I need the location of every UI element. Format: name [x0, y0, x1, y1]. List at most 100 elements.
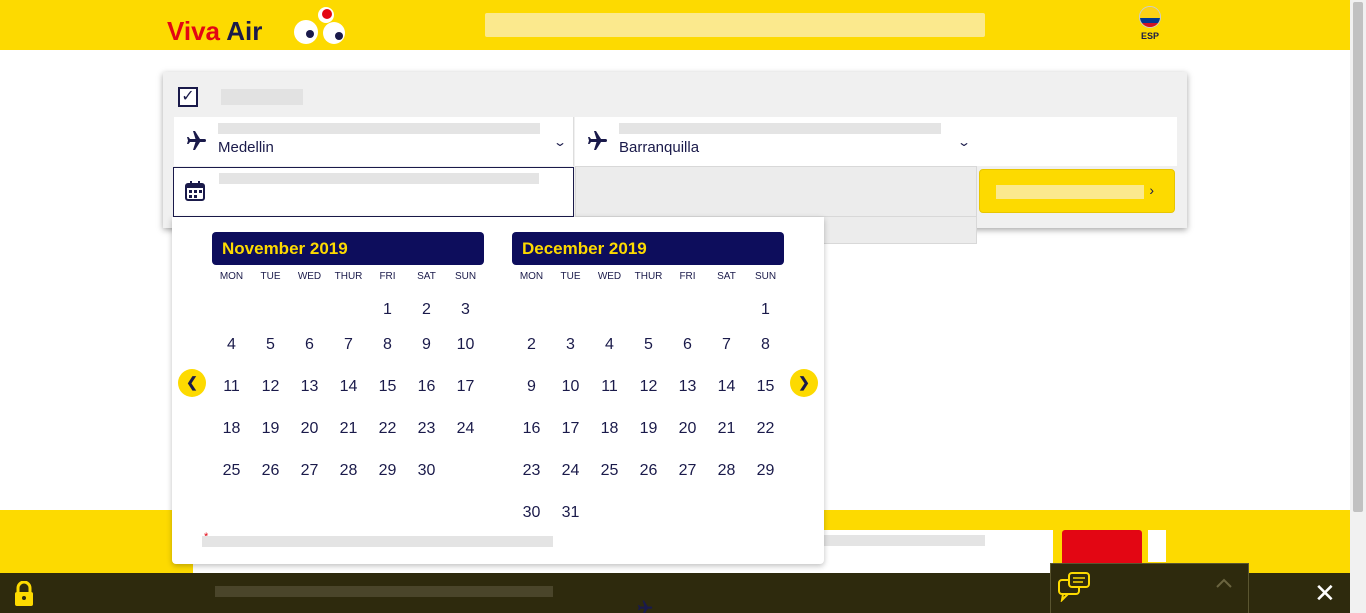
calendar-day[interactable]: 11 [590, 378, 629, 396]
calendar-day[interactable]: 31 [551, 504, 590, 522]
calendar-day[interactable]: 20 [668, 420, 707, 438]
calendar-day[interactable]: 8 [746, 336, 785, 354]
calendar-day[interactable]: 20 [290, 420, 329, 438]
calendar-day[interactable]: 27 [668, 462, 707, 480]
destination-select[interactable]: Barranquilla ⌄ [575, 117, 977, 166]
calendar-day[interactable]: 28 [329, 462, 368, 480]
calendar-day[interactable]: 11 [212, 378, 251, 396]
weekday-label: TUE [560, 271, 581, 282]
calendar-day[interactable]: 16 [407, 378, 446, 396]
weekday-label: SAT [417, 271, 436, 282]
page-scrollbar[interactable] [1350, 0, 1366, 613]
one-way-checkbox[interactable]: ✓ [178, 87, 198, 107]
scrollbar-thumb[interactable] [1353, 2, 1363, 512]
calendar-day[interactable]: 17 [446, 378, 485, 396]
calendar-day[interactable]: 12 [251, 378, 290, 396]
calendar-day[interactable]: 25 [212, 462, 251, 480]
calendar-day[interactable]: 13 [290, 378, 329, 396]
calendar-day[interactable]: 29 [746, 462, 785, 480]
calendar-week-row: 30 31 [512, 492, 784, 534]
calendar-day[interactable]: 2 [407, 301, 446, 319]
chevron-down-icon[interactable]: ⌄ [957, 135, 971, 149]
lock-icon [15, 581, 33, 606]
chat-icon[interactable] [1057, 570, 1091, 602]
calendar-day[interactable]: 2 [512, 336, 551, 354]
calendar-day[interactable]: 24 [551, 462, 590, 480]
next-month-button[interactable]: ❯ [790, 369, 818, 397]
calendar-day[interactable]: 4 [212, 336, 251, 354]
viva-air-logo[interactable]: Viva Air [167, 6, 357, 46]
calendar-day[interactable]: 15 [746, 378, 785, 396]
calendar-day[interactable]: 15 [368, 378, 407, 396]
calendar-day[interactable]: 1 [746, 301, 785, 319]
calendar-day[interactable]: 14 [707, 378, 746, 396]
calendar-day[interactable]: 16 [512, 420, 551, 438]
calendar-day[interactable]: 23 [512, 462, 551, 480]
calendar-day[interactable]: 18 [590, 420, 629, 438]
weekday-header: MON TUE WED THUR FRI SAT SUN [212, 271, 484, 282]
calendar-day[interactable]: 23 [407, 420, 446, 438]
chat-widget[interactable] [1050, 563, 1249, 613]
close-icon[interactable]: ✕ [1314, 580, 1336, 606]
calendar-day[interactable]: 14 [329, 378, 368, 396]
calendar-day[interactable]: 17 [551, 420, 590, 438]
calendar-day[interactable]: 5 [629, 336, 668, 354]
calendar-day[interactable]: 5 [251, 336, 290, 354]
weekday-label: FRI [679, 271, 696, 282]
weekday-label: MON [219, 271, 244, 282]
date-picker-calendar: ❮ ❯ November 2019 MON TUE WED THUR FRI SAT SUN… [172, 217, 824, 564]
chevron-up-icon[interactable] [1214, 576, 1234, 590]
calendar-day[interactable]: 6 [290, 336, 329, 354]
destination-label-blur [619, 123, 941, 134]
weekday-label: FRI [379, 271, 396, 282]
month-grid: 1 2 3 4 5 6 7 8 9 10 11 12 13 14 15 16 17 18 19 20 21 22 23 24 2… [512, 296, 784, 534]
white-panel-edge [1148, 530, 1166, 562]
calendar-day[interactable]: 7 [329, 336, 368, 354]
calendar-day[interactable]: 9 [407, 336, 446, 354]
calendar-day[interactable]: 10 [446, 336, 485, 354]
plane-icon [638, 600, 653, 613]
calendar-day[interactable]: 21 [329, 420, 368, 438]
calendar-day[interactable]: 9 [512, 378, 551, 396]
calendar-day[interactable]: 19 [629, 420, 668, 438]
weekday-label: MON [519, 271, 544, 282]
weekday-label: SAT [717, 271, 736, 282]
calendar-day[interactable]: 1 [368, 301, 407, 319]
origin-select[interactable]: Medellin ⌄ [174, 117, 574, 166]
calendar-day[interactable]: 22 [368, 420, 407, 438]
calendar-day[interactable]: 19 [251, 420, 290, 438]
language-label: ESP [1140, 31, 1159, 41]
calendar-day[interactable]: 29 [368, 462, 407, 480]
calendar-day[interactable]: 30 [407, 462, 446, 480]
calendar-day[interactable]: 13 [668, 378, 707, 396]
weekday-label: SUN [454, 271, 477, 282]
calendar-day[interactable]: 10 [551, 378, 590, 396]
language-selector[interactable]: ESP [1136, 6, 1164, 44]
calendar-week-row: 4 5 6 7 8 9 10 [212, 324, 484, 366]
calendar-day[interactable]: 24 [446, 420, 485, 438]
calendar-day[interactable]: 27 [290, 462, 329, 480]
calendar-day[interactable]: 22 [746, 420, 785, 438]
extra-field-blank [977, 117, 1177, 166]
chevron-down-icon[interactable]: ⌄ [553, 135, 567, 149]
previous-month-button[interactable]: ❮ [178, 369, 206, 397]
calendar-day[interactable]: 4 [590, 336, 629, 354]
calendar-day[interactable]: 3 [551, 336, 590, 354]
calendar-day[interactable]: 8 [368, 336, 407, 354]
calendar-day[interactable]: 6 [668, 336, 707, 354]
header-blurred-content [485, 13, 985, 37]
calendar-day[interactable]: 3 [446, 301, 485, 319]
calendar-day[interactable]: 7 [707, 336, 746, 354]
departure-date-input[interactable] [173, 167, 574, 217]
calendar-day[interactable]: 26 [251, 462, 290, 480]
calendar-day[interactable]: 25 [590, 462, 629, 480]
calendar-day[interactable]: 28 [707, 462, 746, 480]
calendar-day[interactable]: 21 [707, 420, 746, 438]
calendar-day[interactable]: 30 [512, 504, 551, 522]
calendar-day[interactable]: 12 [629, 378, 668, 396]
calendar-day[interactable]: 18 [212, 420, 251, 438]
calendar-day[interactable]: 26 [629, 462, 668, 480]
calendar-week-row: 9 10 11 12 13 14 15 [512, 366, 784, 408]
plane-icon [187, 131, 206, 150]
search-flights-button[interactable]: › [979, 169, 1175, 213]
